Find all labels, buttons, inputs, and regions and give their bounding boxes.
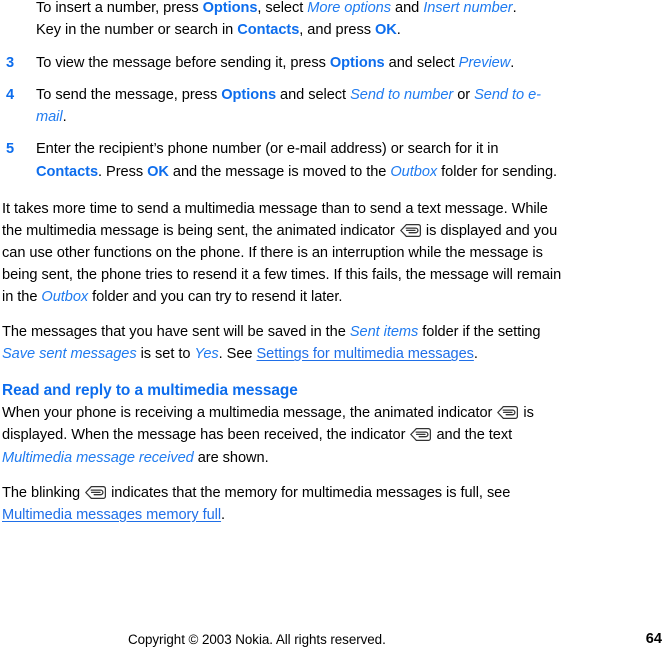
paragraph-memory-text-c: .: [221, 506, 226, 523]
paragraph-memory-text-b: indicates that the memory for multimedia…: [107, 484, 511, 501]
ui-item-sent-items: Sent items: [349, 324, 419, 341]
document-page: To insert a number, press Options, selec…: [0, 0, 670, 649]
step-4-text-c: and select: [276, 87, 351, 104]
mms-indicator-icon: [410, 428, 432, 442]
ui-label-contacts: Contacts: [36, 163, 99, 180]
paragraph-memory-full: The blinking indicates that the memory f…: [2, 482, 566, 526]
step-4-text-e: or: [453, 87, 475, 104]
step-2-line1-text-e: and: [391, 0, 424, 16]
mms-indicator-icon: [497, 406, 519, 420]
step-4-text-g: .: [62, 109, 67, 126]
paragraph-sent-text-e: is set to: [136, 346, 195, 363]
footer-copyright: Copyright © 2003 Nokia. All rights reser…: [128, 632, 386, 647]
ui-label-options: Options: [221, 87, 277, 104]
ui-label-options: Options: [329, 55, 385, 72]
ui-label-ok: OK: [374, 22, 397, 39]
step-3-text-a: To view the message before sending it, p…: [36, 55, 330, 72]
ui-item-outbox: Outbox: [390, 163, 438, 180]
step-2-line2-text-e: .: [396, 22, 401, 39]
step-2-line2-text-c: , and press: [299, 22, 375, 39]
paragraph-sending-text-d: folder and you can try to resend it late…: [88, 289, 343, 306]
ui-text-multimedia-message-received: Multimedia message received: [2, 449, 194, 466]
ui-value-yes: Yes: [194, 346, 219, 363]
page-footer: Copyright © 2003 Nokia. All rights reser…: [0, 630, 670, 649]
link-settings-for-multimedia-messages[interactable]: Settings for multimedia messages: [256, 346, 473, 362]
step-2-continuation: To insert a number, press Options, selec…: [2, 0, 566, 41]
step-3-text-c: and select: [384, 55, 459, 72]
step-5-text-a: Enter the recipient’s phone number (or e…: [36, 141, 499, 158]
step-4-text-a: To send the message, press: [36, 87, 222, 104]
ui-label-contacts: Contacts: [237, 22, 300, 39]
ui-label-options: Options: [202, 0, 258, 16]
paragraph-sent-text-h: .: [473, 346, 478, 363]
numbered-step-3: 3 To view the message before sending it,…: [2, 52, 566, 74]
paragraph-sent-text-a: The messages that you have sent will be …: [2, 324, 350, 341]
step-number-3: 3: [6, 55, 15, 72]
numbered-step-5: 5 Enter the recipient’s phone number (or…: [2, 138, 566, 182]
page-content: To insert a number, press Options, selec…: [2, 0, 566, 526]
ui-item-preview: Preview: [458, 55, 511, 72]
paragraph-memory-text-a: The blinking: [2, 484, 85, 501]
step-number-4: 4: [6, 87, 15, 104]
step-number-5: 5: [6, 141, 15, 158]
paragraph-read-text-c: and the text: [432, 427, 513, 444]
step-5-text-g: folder for sending.: [437, 163, 558, 180]
step-2-line1-text-c: , select: [257, 0, 308, 16]
paragraph-read-and-reply: When your phone is receiving a multimedi…: [2, 402, 566, 468]
step-3-text-e: .: [510, 55, 515, 72]
ui-item-more-options: More options: [307, 0, 391, 16]
paragraph-read-text-e: are shown.: [193, 449, 269, 466]
paragraph-sent-text-c: folder if the setting: [418, 324, 541, 341]
step-2-line1-text-g: .: [512, 0, 517, 16]
paragraph-read-text-a: When your phone is receiving a multimedi…: [2, 405, 497, 422]
mms-indicator-icon: [85, 485, 107, 499]
step-5-text-c: . Press: [98, 163, 148, 180]
paragraph-sent-text-g: . See: [218, 346, 257, 363]
step-2-line1-text-a: To insert a number, press: [36, 0, 203, 16]
ui-label-ok: OK: [147, 163, 169, 180]
ui-item-save-sent-messages: Save sent messages: [2, 346, 137, 363]
link-multimedia-messages-memory-full[interactable]: Multimedia messages memory full: [2, 507, 221, 523]
paragraph-sent-items: The messages that you have sent will be …: [2, 321, 566, 365]
ui-item-outbox: Outbox: [41, 289, 89, 306]
paragraph-sending-time: It takes more time to send a multimedia …: [2, 198, 566, 308]
ui-item-send-to-number: Send to number: [350, 87, 454, 104]
mms-indicator-icon: [400, 223, 421, 237]
ui-item-insert-number: Insert number: [423, 0, 513, 16]
section-heading-read-and-reply: Read and reply to a multimedia message: [2, 382, 298, 400]
footer-page-number: 64: [645, 631, 662, 647]
numbered-step-list: 3 To view the message before sending it,…: [2, 52, 566, 182]
step-2-line2-text-a: Key in the number or search in: [36, 22, 238, 39]
step-5-text-e: and the message is moved to the: [168, 163, 391, 180]
numbered-step-4: 4 To send the message, press Options and…: [2, 84, 566, 128]
